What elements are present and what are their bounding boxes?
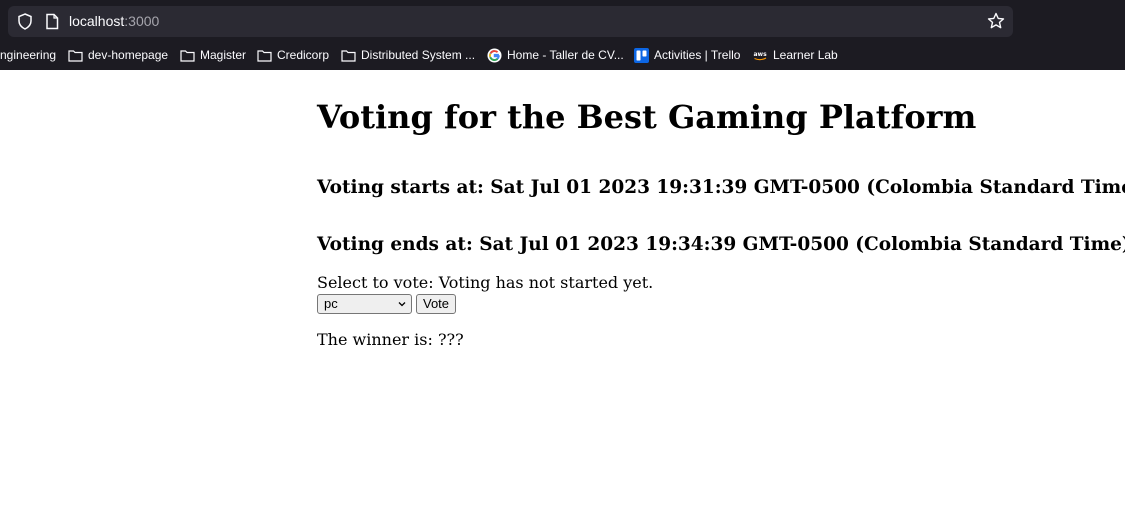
bookmark-label: Credicorp bbox=[277, 48, 330, 62]
folder-icon bbox=[257, 49, 272, 62]
bookmark-label: Magister bbox=[200, 48, 247, 62]
bookmark-item[interactable]: dev-homepage bbox=[68, 46, 168, 64]
chevron-down-icon bbox=[398, 302, 406, 307]
bookmark-label: dev-homepage bbox=[88, 48, 169, 62]
platform-select[interactable]: pc bbox=[317, 294, 412, 314]
page-title: Voting for the Best Gaming Platform bbox=[317, 98, 977, 136]
url-text[interactable]: localhost:3000 bbox=[69, 13, 159, 30]
vote-button[interactable]: Vote bbox=[416, 294, 457, 314]
bookmark-label: Home - Taller de CV... bbox=[507, 48, 624, 62]
address-bar[interactable]: localhost:3000 bbox=[8, 6, 1013, 37]
select-label: Select to vote: Voting has not started y… bbox=[317, 273, 654, 292]
bookmark-item[interactable]: ngineering bbox=[0, 46, 56, 64]
url-port: :3000 bbox=[124, 13, 160, 29]
voting-end-time: Voting ends at: Sat Jul 01 2023 19:34:39… bbox=[317, 234, 1125, 255]
bookmark-item[interactable]: Distributed System ... bbox=[341, 46, 475, 64]
bookmarks-bar: ngineering dev-homepage Magister Credico… bbox=[0, 43, 1125, 67]
bookmark-star-icon[interactable] bbox=[987, 12, 1005, 30]
folder-icon bbox=[180, 49, 195, 62]
bookmark-item[interactable]: Home - Taller de CV... bbox=[487, 46, 624, 64]
bookmark-item[interactable]: Activities | Trello bbox=[634, 46, 740, 64]
shield-icon[interactable] bbox=[17, 13, 33, 30]
bookmark-item[interactable]: Credicorp bbox=[257, 46, 329, 64]
svg-text:aws: aws bbox=[754, 51, 768, 58]
browser-toolbar: localhost:3000 ngineering dev-homepage M… bbox=[0, 0, 1125, 70]
trello-icon bbox=[634, 47, 649, 63]
bookmark-item[interactable]: aws Learner Lab bbox=[753, 46, 838, 64]
url-host: localhost bbox=[69, 13, 125, 29]
bookmark-label: Learner Lab bbox=[773, 48, 838, 62]
page-icon bbox=[46, 13, 59, 30]
voting-start-time: Voting starts at: Sat Jul 01 2023 19:31:… bbox=[317, 177, 1125, 198]
bookmark-label: ngineering bbox=[0, 48, 57, 62]
bookmark-item[interactable]: Magister bbox=[180, 46, 246, 64]
bookmark-label: Activities | Trello bbox=[654, 48, 741, 62]
winner-text: The winner is: ??? bbox=[317, 330, 464, 349]
selected-option: pc bbox=[324, 296, 338, 311]
google-icon bbox=[487, 47, 502, 63]
folder-icon bbox=[341, 49, 356, 62]
folder-icon bbox=[68, 49, 83, 62]
bookmark-label: Distributed System ... bbox=[361, 48, 476, 62]
aws-icon: aws bbox=[753, 49, 768, 62]
vote-controls: pc Vote bbox=[317, 294, 457, 314]
